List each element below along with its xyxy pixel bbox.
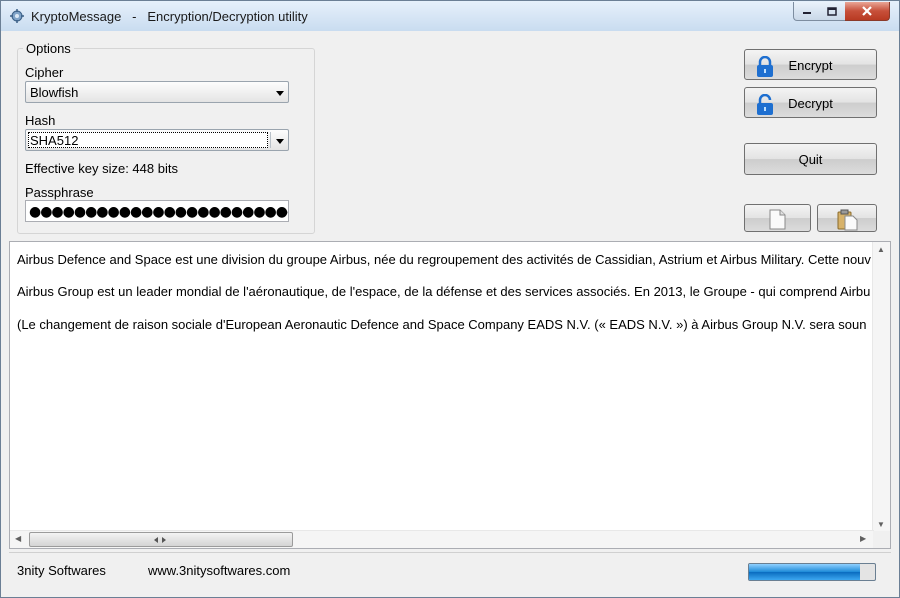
progress-fill <box>749 564 860 580</box>
horizontal-scroll-thumb[interactable] <box>29 532 293 547</box>
combo-divider <box>270 132 271 148</box>
quit-button[interactable]: Quit <box>744 143 877 175</box>
vertical-scrollbar[interactable]: ▲ ▼ <box>872 242 890 532</box>
paste-button[interactable] <box>817 204 877 232</box>
company-url[interactable]: www.3nitysoftwares.com <box>148 563 290 578</box>
minimize-icon <box>803 12 811 14</box>
decrypt-button[interactable]: Decrypt <box>744 87 877 118</box>
hash-value: SHA512 <box>30 133 79 148</box>
title-separator: - <box>132 9 137 24</box>
title-bar: KryptoMessage - Encryption/Decryption ut… <box>1 1 899 31</box>
passphrase-label: Passphrase <box>25 185 94 200</box>
passphrase-input[interactable]: ●●●●●●●●●●●●●●●●●●●●●●●●●●●●●●●● <box>25 200 289 222</box>
status-divider <box>9 552 891 553</box>
maximize-icon <box>827 6 837 16</box>
scroll-left-icon[interactable]: ◀ <box>15 534 21 543</box>
scroll-up-icon[interactable]: ▲ <box>877 245 885 254</box>
cipher-value: Blowfish <box>30 85 79 100</box>
encrypt-button[interactable]: Encrypt <box>744 49 877 80</box>
cipher-select[interactable]: Blowfish <box>25 81 289 103</box>
scrollbar-corner <box>873 531 890 548</box>
grip-icon <box>154 537 166 543</box>
horizontal-scrollbar[interactable]: ◀ ▶ <box>10 530 874 548</box>
scroll-right-icon[interactable]: ▶ <box>860 534 866 543</box>
quit-label: Quit <box>798 152 823 167</box>
cipher-label: Cipher <box>25 65 64 80</box>
app-icon <box>10 9 24 23</box>
progress-bar <box>748 563 876 581</box>
hash-label: Hash <box>25 113 56 128</box>
window-title: KryptoMessage - Encryption/Decryption ut… <box>31 9 308 24</box>
maximize-button[interactable] <box>819 2 846 21</box>
close-button[interactable] <box>845 2 890 21</box>
hash-select[interactable]: SHA512 <box>25 129 289 151</box>
window-subtitle: Encryption/Decryption utility <box>147 9 308 24</box>
paste-icon <box>837 209 858 231</box>
scroll-down-icon[interactable]: ▼ <box>877 520 885 529</box>
close-icon <box>862 6 872 16</box>
app-window: KryptoMessage - Encryption/Decryption ut… <box>0 0 900 598</box>
message-textarea[interactable]: Airbus Defence and Space est une divisio… <box>9 241 891 549</box>
minimize-button[interactable] <box>793 2 821 21</box>
company-name: 3nity Softwares <box>17 563 106 578</box>
chevron-down-icon <box>276 139 284 144</box>
options-legend: Options <box>23 41 74 56</box>
message-line-3: (Le changement de raison sociale d'Europ… <box>17 317 867 332</box>
chevron-down-icon <box>276 91 284 96</box>
copy-icon <box>769 209 786 230</box>
decrypt-label: Decrypt <box>788 96 833 111</box>
message-line-2: Airbus Group est un leader mondial de l'… <box>17 284 871 299</box>
key-size-text: Effective key size: 448 bits <box>25 161 178 176</box>
app-name: KryptoMessage <box>31 9 122 24</box>
encrypt-label: Encrypt <box>788 58 833 73</box>
copy-button[interactable] <box>744 204 811 232</box>
message-line-1: Airbus Defence and Space est une divisio… <box>17 252 871 267</box>
